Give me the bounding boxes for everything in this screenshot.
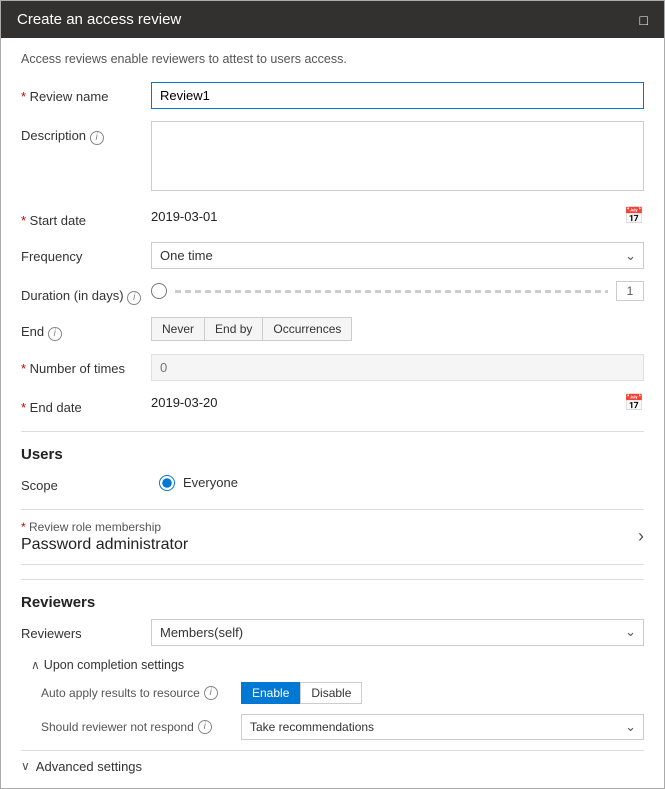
not-respond-label: Should reviewer not respond i (41, 720, 241, 734)
frequency-label: Frequency (21, 242, 151, 266)
reviewers-row: Reviewers Members(self) Selected users M… (21, 619, 644, 646)
start-date-label: Start date (21, 206, 151, 230)
not-respond-info-icon: i (198, 720, 212, 734)
duration-radio[interactable] (151, 283, 167, 299)
end-by-button[interactable]: End by (205, 317, 263, 341)
end-date-label: End date (21, 393, 151, 417)
advanced-chevron-down-icon: ∨ (21, 759, 30, 773)
frequency-row: Frequency One time Weekly Monthly Quarte… (21, 242, 644, 269)
end-label: End i (21, 317, 151, 341)
start-date-control: 2019-03-01 📅 (151, 206, 644, 226)
duration-label: Duration (in days) i (21, 281, 151, 305)
auto-apply-enable-button[interactable]: Enable (241, 682, 300, 704)
not-respond-control: Take recommendations No change Approve a… (241, 714, 644, 740)
scope-everyone-radio[interactable] (159, 475, 175, 491)
scope-everyone-label: Everyone (183, 475, 238, 490)
window-minimize-icon[interactable]: □ (640, 12, 648, 28)
not-respond-select[interactable]: Take recommendations No change Approve a… (241, 714, 644, 740)
auto-apply-disable-button[interactable]: Disable (300, 682, 362, 704)
duration-control: 1 (151, 281, 644, 301)
form-content: Access reviews enable reviewers to attes… (1, 38, 664, 788)
start-date-value: 2019-03-01 (151, 209, 624, 224)
reviewers-label: Reviewers (21, 619, 151, 643)
end-date-row: End date 2019-03-20 📅 (21, 393, 644, 417)
create-access-review-window: Create an access review □ Access reviews… (0, 0, 665, 789)
end-info-icon: i (48, 327, 62, 341)
duration-info-icon: i (127, 291, 141, 305)
reviewers-select[interactable]: Members(self) Selected users Managers (151, 619, 644, 646)
end-control: Never End by Occurrences (151, 317, 644, 341)
number-of-times-label: Number of times (21, 354, 151, 378)
completion-chevron-up-icon: ∧ (31, 658, 40, 672)
description-row: Description i (21, 121, 644, 194)
title-bar: Create an access review □ (1, 1, 664, 38)
auto-apply-row: Auto apply results to resource i Enable … (31, 682, 644, 704)
end-date-value: 2019-03-20 (151, 395, 624, 410)
subtitle-text: Access reviews enable reviewers to attes… (21, 52, 644, 66)
scope-label: Scope (21, 471, 151, 495)
number-of-times-control (151, 354, 644, 381)
start-date-calendar-icon[interactable]: 📅 (624, 206, 644, 226)
advanced-settings-label: Advanced settings (36, 759, 142, 774)
duration-row: Duration (in days) i 1 (21, 281, 644, 305)
users-section-title: Users (21, 446, 644, 463)
end-date-control: 2019-03-20 📅 (151, 393, 644, 413)
end-never-button[interactable]: Never (151, 317, 205, 341)
review-role-section[interactable]: * Review role membership Password admini… (21, 509, 644, 565)
review-role-left: * Review role membership Password admini… (21, 520, 188, 554)
section-divider-reviewers (21, 579, 644, 580)
frequency-select[interactable]: One time Weekly Monthly Quarterly Annual… (151, 242, 644, 269)
start-date-row: Start date 2019-03-01 📅 (21, 206, 644, 230)
auto-apply-toggle-group: Enable Disable (241, 682, 362, 704)
description-control (151, 121, 644, 194)
scope-row: Scope Everyone (21, 471, 644, 495)
completion-settings-toggle[interactable]: ∧ Upon completion settings (31, 658, 644, 672)
review-name-input[interactable] (151, 82, 644, 109)
advanced-settings-toggle[interactable]: ∨ Advanced settings (21, 750, 644, 774)
duration-value: 1 (616, 281, 644, 301)
review-name-label: Review name (21, 82, 151, 106)
completion-section: ∧ Upon completion settings Auto apply re… (21, 658, 644, 740)
review-name-row: Review name (21, 82, 644, 109)
review-role-label: * Review role membership (21, 520, 188, 534)
review-role-chevron-icon: › (638, 526, 644, 547)
reviewers-control: Members(self) Selected users Managers ⌄ (151, 619, 644, 646)
section-divider-users (21, 431, 644, 432)
description-textarea[interactable] (151, 121, 644, 191)
not-respond-row: Should reviewer not respond i Take recom… (31, 714, 644, 740)
window-title: Create an access review (17, 11, 181, 28)
description-label: Description i (21, 121, 151, 145)
auto-apply-info-icon: i (204, 686, 218, 700)
description-info-icon: i (90, 131, 104, 145)
end-row: End i Never End by Occurrences (21, 317, 644, 341)
review-role-required-star: * (21, 520, 26, 534)
end-occurrences-button[interactable]: Occurrences (263, 317, 352, 341)
reviewers-section-title: Reviewers (21, 594, 644, 611)
number-of-times-row: Number of times (21, 354, 644, 381)
number-of-times-input (151, 354, 644, 381)
review-role-value: Password administrator (21, 536, 188, 554)
frequency-control: One time Weekly Monthly Quarterly Annual… (151, 242, 644, 269)
review-name-control (151, 82, 644, 109)
duration-slider-track[interactable] (175, 290, 608, 293)
auto-apply-label: Auto apply results to resource i (41, 686, 241, 700)
end-button-group: Never End by Occurrences (151, 317, 644, 341)
end-date-calendar-icon[interactable]: 📅 (624, 393, 644, 413)
